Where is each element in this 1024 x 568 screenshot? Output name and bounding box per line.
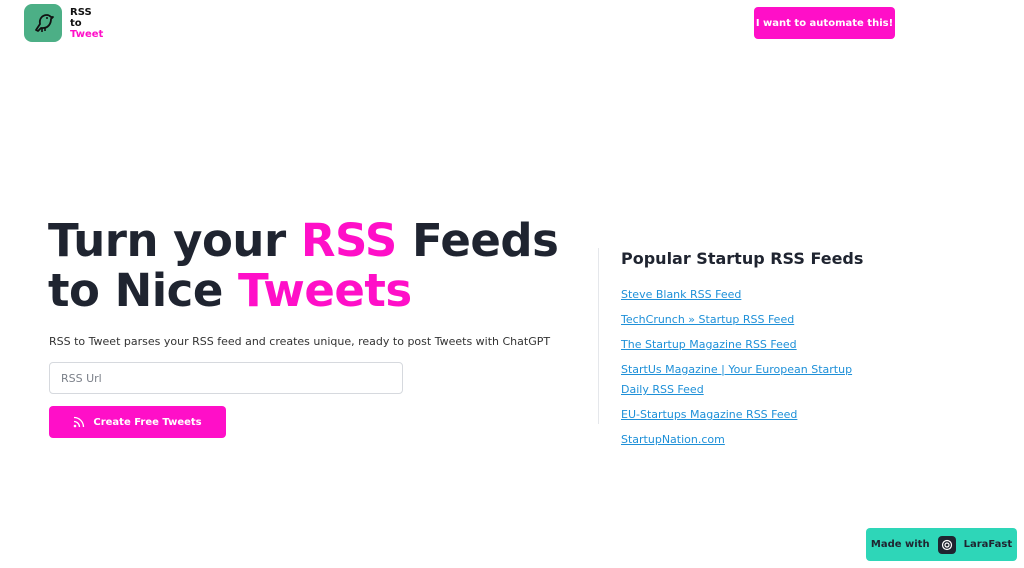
automate-button[interactable]: I want to automate this!: [754, 7, 895, 39]
bird-icon: [24, 4, 62, 42]
logo-line-rss: RSS: [70, 6, 92, 18]
headline-text-2: Feeds: [396, 214, 559, 267]
feeds-title: Popular Startup RSS Feeds: [621, 249, 864, 268]
section-divider: [598, 248, 599, 424]
headline-text-1: Turn your: [48, 214, 301, 267]
headline-text-3: to Nice: [48, 264, 239, 317]
made-with-label: Made with: [870, 539, 930, 550]
larafast-logo-icon: [937, 535, 956, 554]
list-item: TechCrunch » Startup RSS Feed: [621, 308, 861, 328]
feed-link-techcrunch[interactable]: TechCrunch » Startup RSS Feed: [621, 313, 794, 326]
larafast-label: LaraFast: [963, 539, 1013, 550]
list-item: StartUs Magazine | Your European Startup…: [621, 358, 861, 398]
feed-link-startupnation[interactable]: StartupNation.com: [621, 433, 725, 446]
hero-subtitle: RSS to Tweet parses your RSS feed and cr…: [49, 335, 551, 348]
headline-line-2: to Nice Tweets: [48, 266, 558, 316]
create-tweets-button[interactable]: Create Free Tweets: [49, 406, 226, 438]
feed-link-startup-magazine[interactable]: The Startup Magazine RSS Feed: [621, 338, 797, 351]
logo-line-to: to: [70, 17, 82, 29]
create-tweets-label: Create Free Tweets: [93, 416, 202, 428]
headline-highlight-tweets: Tweets: [238, 264, 412, 317]
headline-highlight-rss: RSS: [300, 214, 397, 267]
site-logo[interactable]: RSS to Tweet: [24, 4, 103, 42]
logo-text: RSS to Tweet: [70, 7, 103, 40]
list-item: The Startup Magazine RSS Feed: [621, 333, 861, 353]
feeds-list: Steve Blank RSS Feed TechCrunch » Startu…: [621, 283, 861, 453]
logo-line-tweet: Tweet: [70, 28, 104, 40]
feed-link-startus-magazine[interactable]: StartUs Magazine | Your European Startup…: [621, 363, 852, 396]
headline-line-1: Turn your RSS Feeds: [48, 214, 559, 267]
made-with-badge[interactable]: Made with LaraFast: [866, 528, 1017, 561]
feed-link-eu-startups[interactable]: EU-Startups Magazine RSS Feed: [621, 408, 797, 421]
hero-headline: Turn your RSS Feeds to Nice Tweets: [48, 214, 559, 316]
feed-link-steve-blank[interactable]: Steve Blank RSS Feed: [621, 288, 741, 301]
list-item: Steve Blank RSS Feed: [621, 283, 861, 303]
rss-url-input[interactable]: [49, 362, 403, 394]
list-item: StartupNation.com: [621, 428, 861, 448]
rss-icon: [74, 416, 85, 428]
list-item: EU-Startups Magazine RSS Feed: [621, 403, 861, 423]
